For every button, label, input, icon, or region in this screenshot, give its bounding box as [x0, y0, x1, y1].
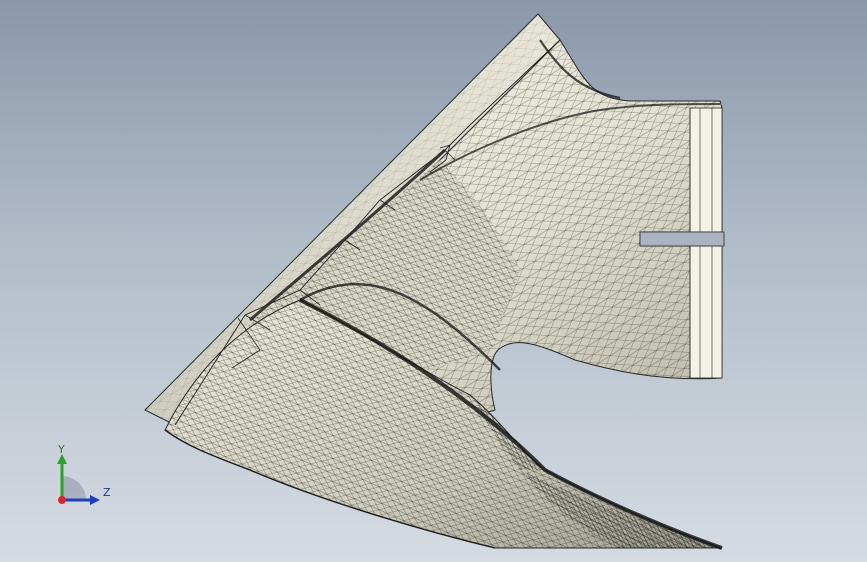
- z-axis-arrow: [90, 495, 100, 505]
- triad-xz-quadrant: [62, 476, 86, 500]
- shaft-band-upper: [689, 107, 723, 233]
- z-axis-label: Z: [103, 486, 111, 499]
- mesh-model[interactable]: [0, 0, 867, 562]
- coordinate-triad: Y Z: [44, 438, 124, 518]
- shaft-band-lower: [689, 245, 723, 379]
- keyway-slot: [639, 231, 725, 247]
- y-axis-label: Y: [58, 443, 65, 456]
- graphics-viewport[interactable]: Y Z: [0, 0, 867, 562]
- x-axis-dot: [58, 496, 66, 504]
